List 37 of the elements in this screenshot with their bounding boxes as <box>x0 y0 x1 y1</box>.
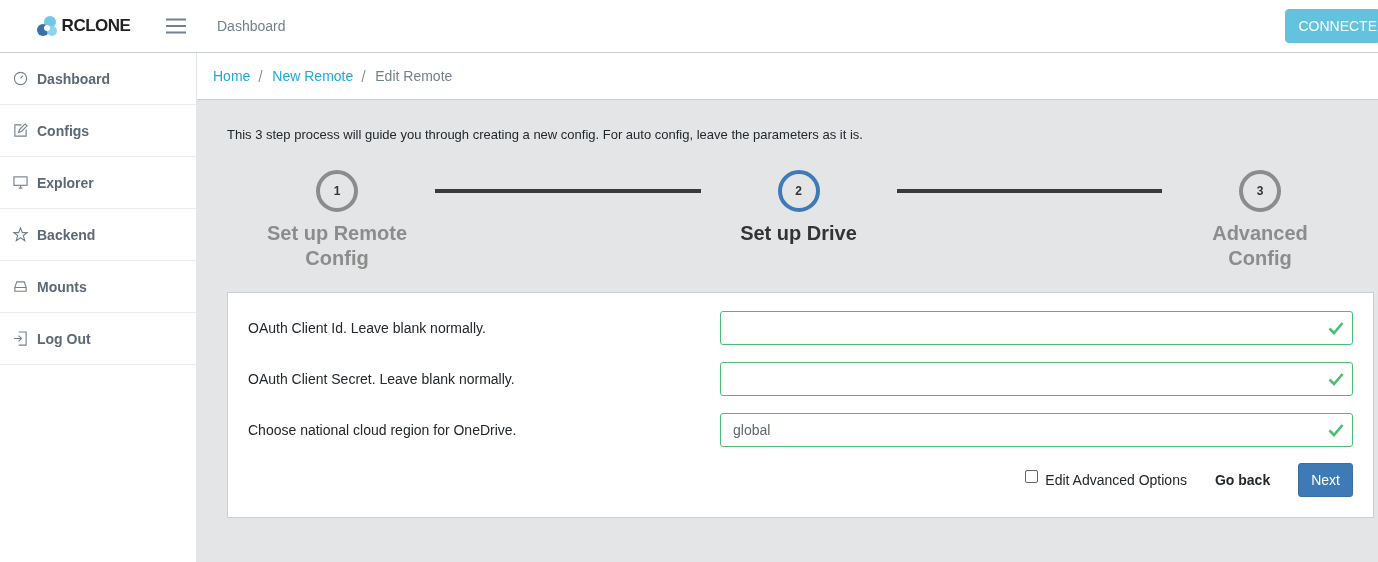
next-button[interactable]: Next <box>1298 463 1353 497</box>
input-field[interactable] <box>720 362 1353 396</box>
step-circle: 1 <box>316 170 358 212</box>
step-label: Set up Drive <box>739 221 858 246</box>
go-back-button[interactable]: Go back <box>1206 466 1279 494</box>
step-label: Advanced Config <box>1211 221 1309 271</box>
logo-text: RCLONE <box>61 16 131 36</box>
check-icon <box>1328 372 1344 386</box>
edit-icon <box>13 123 28 138</box>
sidebar-item[interactable]: Explorer <box>0 157 196 209</box>
cloud-logo-icon <box>35 14 60 38</box>
check-icon <box>1328 423 1344 437</box>
step-circle: 2 <box>777 170 820 212</box>
monitor-icon <box>13 175 28 190</box>
field-label: OAuth Client Secret. Leave blank normally. <box>248 371 516 387</box>
sidebar-item[interactable]: Configs <box>0 105 196 157</box>
checkbox[interactable] <box>1025 469 1039 483</box>
input-field[interactable] <box>720 311 1353 345</box>
sidebar-item[interactable]: Log Out <box>0 313 196 365</box>
gauge-icon <box>13 71 28 86</box>
step-circle: 3 <box>1239 170 1281 212</box>
step-label: Set up Remote Config <box>266 221 408 271</box>
input-field[interactable]: global <box>720 413 1353 447</box>
checkbox-label[interactable]: Edit Advanced Options <box>1045 472 1187 488</box>
check-icon <box>1328 321 1344 335</box>
field-label: OAuth Client Id. Leave blank normally. <box>248 320 487 336</box>
field-label: Choose national cloud region for OneDrive. <box>248 422 518 438</box>
star-icon <box>13 227 28 242</box>
sidebar-item[interactable]: Backend <box>0 209 196 261</box>
sidebar-item[interactable]: Dashboard <box>0 53 196 105</box>
drive-icon <box>13 279 28 294</box>
header-title[interactable]: Dashboard <box>217 18 286 34</box>
breadcrumb-current: Edit Remote <box>375 68 453 84</box>
sidebar-item[interactable]: Mounts <box>0 261 196 313</box>
intro-text: This 3 step process will guide you through creating a new config. For auto config, leave the parameters as it is. <box>227 127 864 142</box>
menu-icon[interactable] <box>166 18 186 34</box>
logout-icon <box>13 331 28 346</box>
